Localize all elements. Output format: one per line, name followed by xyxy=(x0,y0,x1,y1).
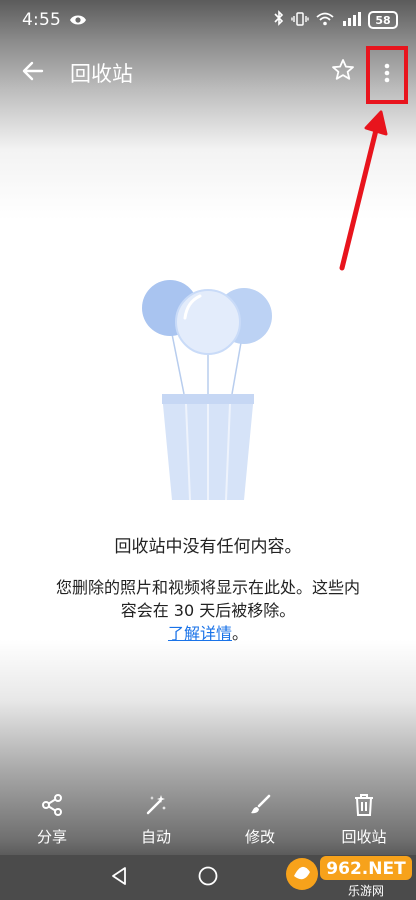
empty-trash-illustration xyxy=(142,280,272,501)
trash-label: 回收站 xyxy=(341,828,387,846)
empty-state-title: 回收站中没有任何内容。 xyxy=(114,537,302,557)
status-right: 58 xyxy=(274,10,398,30)
magic-wand-icon xyxy=(143,792,169,818)
watermark-962-logo: 962.NET 乐游网 xyxy=(286,856,412,898)
empty-state-description: 您删除的照片和视频将显示在此处。这些内容会在 30 天后被移除。 了解详情。 xyxy=(50,576,366,645)
triangle-back-icon xyxy=(110,866,128,890)
share-icon xyxy=(39,792,65,818)
trash-icon xyxy=(351,792,377,818)
status-left: 4:55 xyxy=(22,10,87,30)
bottom-action-bar: 分享 自动 修改 回收站 xyxy=(0,792,416,852)
bluetooth-icon xyxy=(274,10,284,30)
annotation-arrow xyxy=(339,110,388,271)
more-vertical-icon xyxy=(384,63,390,87)
learn-more-link[interactable]: 了解详情 xyxy=(168,624,232,643)
learn-more-period: 。 xyxy=(232,624,249,643)
share-button[interactable]: 分享 xyxy=(7,792,97,847)
svg-text:962.NET: 962.NET xyxy=(326,859,406,879)
watermark-logo: 962.NET 乐游网 xyxy=(280,850,416,900)
nav-home-button[interactable] xyxy=(195,865,221,891)
vibrate-icon xyxy=(291,11,309,30)
page-title: 回收站 xyxy=(70,62,133,86)
status-time: 4:55 xyxy=(22,10,61,30)
share-label: 分享 xyxy=(36,828,67,846)
edit-button[interactable]: 修改 xyxy=(215,792,305,847)
empty-state-description-text: 您删除的照片和视频将显示在此处。这些内容会在 30 天后被移除。 xyxy=(55,578,360,620)
back-arrow-icon xyxy=(22,61,44,85)
auto-label: 自动 xyxy=(140,828,171,846)
svg-text:乐游网: 乐游网 xyxy=(348,884,384,898)
wifi-icon xyxy=(316,11,334,30)
auto-button[interactable]: 自动 xyxy=(111,792,201,847)
star-icon xyxy=(331,58,355,86)
favorite-button[interactable] xyxy=(328,57,358,87)
top-app-bar: 回收站 xyxy=(0,44,416,104)
signal-icon xyxy=(341,11,361,30)
status-bar: 4:55 58 xyxy=(0,0,416,40)
back-button[interactable] xyxy=(18,58,48,88)
eye-icon xyxy=(69,11,87,30)
more-options-button[interactable] xyxy=(366,46,408,104)
battery-indicator: 58 xyxy=(368,11,398,29)
circle-home-icon xyxy=(197,865,219,891)
trash-button[interactable]: 回收站 xyxy=(319,792,409,847)
brush-icon xyxy=(247,792,273,818)
edit-label: 修改 xyxy=(244,828,275,846)
nav-back-button[interactable] xyxy=(106,865,132,891)
